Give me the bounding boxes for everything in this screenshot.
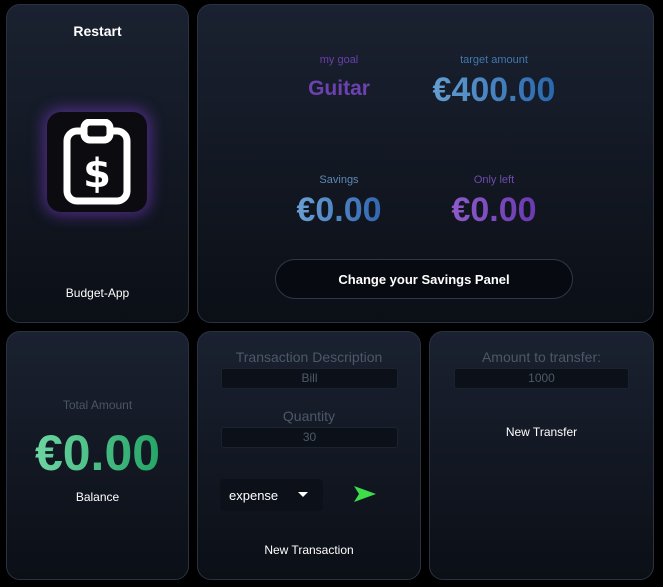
amount-to-transfer-input[interactable]: 1000 bbox=[454, 368, 629, 389]
total-amount-label: Total Amount bbox=[62, 398, 133, 412]
new-transfer-button[interactable]: New Transfer bbox=[430, 425, 653, 439]
target-amount-label: target amount bbox=[460, 54, 528, 66]
balance-label: Balance bbox=[75, 490, 120, 504]
savings-value: €0.00 bbox=[274, 191, 404, 230]
balance-value: €0.00 bbox=[7, 424, 188, 482]
change-savings-panel-button[interactable]: Change your Savings Panel bbox=[275, 259, 573, 299]
clipboard-dollar-icon: $ bbox=[63, 119, 131, 205]
amount-to-transfer-label: Amount to transfer: bbox=[481, 349, 602, 365]
goal-label: my goal bbox=[319, 54, 359, 66]
transaction-type-value: expense bbox=[229, 487, 279, 503]
target-amount-value: €400.00 bbox=[414, 71, 574, 110]
app-logo: $ bbox=[47, 112, 147, 212]
only-left-value: €0.00 bbox=[414, 191, 574, 230]
transfer-panel: Amount to transfer: 1000 New Transfer bbox=[429, 331, 654, 580]
app-name: Budget-App bbox=[65, 286, 130, 300]
new-transaction-label: New Transaction bbox=[264, 543, 354, 557]
app-card: Restart $ Budget-App bbox=[6, 4, 189, 323]
goal-value: Guitar bbox=[308, 77, 370, 100]
only-left-label: Only left bbox=[473, 174, 515, 186]
quantity-label: Quantity bbox=[282, 408, 336, 424]
chevron-down-icon bbox=[298, 492, 308, 497]
quantity-input[interactable]: 30 bbox=[221, 427, 398, 448]
send-arrow-icon[interactable] bbox=[354, 486, 376, 502]
transaction-panel: Transaction Description Bill Quantity 30… bbox=[197, 331, 421, 580]
transaction-type-select[interactable]: expense bbox=[220, 479, 323, 511]
balance-panel: Total Amount €0.00 Balance bbox=[6, 331, 189, 580]
description-input[interactable]: Bill bbox=[221, 368, 398, 389]
description-label: Transaction Description bbox=[235, 349, 383, 365]
savings-label: Savings bbox=[319, 174, 359, 186]
savings-goal-panel: my goal Guitar target amount €400.00 Sav… bbox=[197, 4, 654, 323]
restart-button[interactable]: Restart bbox=[7, 23, 188, 39]
svg-text:$: $ bbox=[83, 151, 111, 197]
